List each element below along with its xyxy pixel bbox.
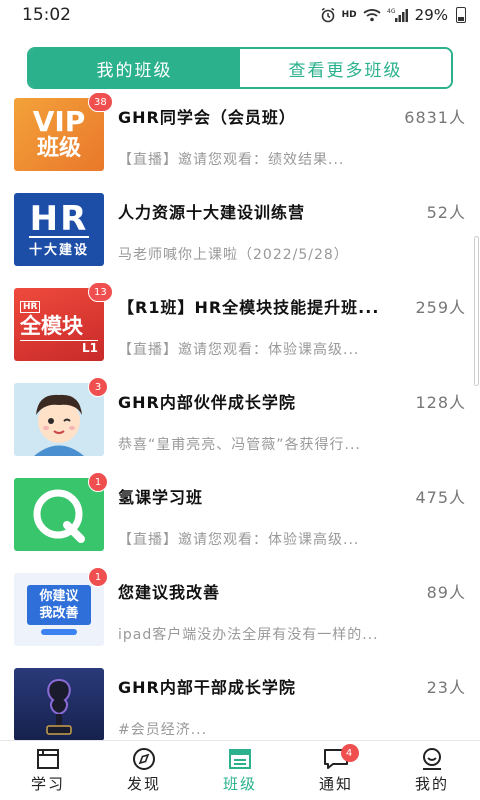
alarm-icon xyxy=(320,7,336,23)
unread-badge: 3 xyxy=(88,377,108,397)
unread-badge: 1 xyxy=(88,567,108,587)
thumbnail-text: L1 xyxy=(20,340,98,355)
wifi-icon xyxy=(363,8,381,22)
book-icon xyxy=(35,747,61,771)
thumbnail-text: HR xyxy=(29,198,89,239)
thumbnail-text: HR xyxy=(20,301,41,313)
class-title: 人力资源十大建设训练营 xyxy=(118,203,306,222)
network-type-label: 4G xyxy=(387,8,396,15)
list-item[interactable]: 1 氢课学习班 475人 【直播】邀请您观看：体验课高级... xyxy=(0,472,480,571)
thumbnail-text: 全模块 xyxy=(20,314,83,338)
nav-item-discover[interactable]: 发现 xyxy=(96,741,192,800)
member-count: 6831人 xyxy=(404,108,466,127)
member-count: 475人 xyxy=(415,488,466,507)
class-list: VIP 班级 38 GHR同学会（会员班） 6831人 【直播】邀请您观看：绩效… xyxy=(0,92,480,761)
class-latest-message: #会员经济... xyxy=(118,722,208,738)
nav-item-profile[interactable]: 我的 xyxy=(384,741,480,800)
class-title: 氢课学习班 xyxy=(118,488,204,507)
status-time: 15:02 xyxy=(22,5,71,25)
tab-my-classes[interactable]: 我的班级 xyxy=(29,49,240,87)
class-title: 【R1班】HR全模块技能提升班... xyxy=(118,298,380,317)
list-item[interactable]: VIP 班级 38 GHR同学会（会员班） 6831人 【直播】邀请您观看：绩效… xyxy=(0,92,480,191)
class-title: 您建议我改善 xyxy=(118,583,221,602)
nav-item-study[interactable]: 学习 xyxy=(0,741,96,800)
class-title: GHR内部干部成长学院 xyxy=(118,678,296,697)
member-count: 52人 xyxy=(426,203,466,222)
nav-label: 发现 xyxy=(126,775,161,793)
scrollbar[interactable] xyxy=(474,236,479,386)
list-item[interactable]: 3 GHR内部伙伴成长学院 128人 恭喜“皇甫亮亮、冯管薇”各获得行... xyxy=(0,377,480,476)
class-title: GHR同学会（会员班） xyxy=(118,108,296,127)
thumbnail-button-shape xyxy=(41,628,77,635)
thumbnail-text: VIP xyxy=(32,104,86,138)
class-icon xyxy=(227,747,253,771)
tab-more-classes[interactable]: 查看更多班级 xyxy=(240,49,451,87)
member-count: 128人 xyxy=(415,393,466,412)
class-thumbnail: HR 十大建设 xyxy=(14,193,104,266)
nav-item-classes[interactable]: 班级 xyxy=(192,741,288,800)
class-latest-message: ipad客户端没办法全屏有没有一样的... xyxy=(118,627,379,643)
nav-label: 学习 xyxy=(30,775,65,793)
nav-label: 班级 xyxy=(222,775,257,793)
thumbnail-text: 你建议 xyxy=(39,588,79,604)
nav-item-notifications[interactable]: 4 通知 xyxy=(288,741,384,800)
thumbnail-text: 十大建设 xyxy=(28,235,89,258)
class-latest-message: 【直播】邀请您观看：绩效结果... xyxy=(118,152,345,168)
hd-indicator: HD xyxy=(341,10,357,20)
class-title: GHR内部伙伴成长学院 xyxy=(118,393,296,412)
signal-icon: 4G xyxy=(387,7,409,23)
list-item[interactable]: HR 全模块 L1 13 【R1班】HR全模块技能提升班... 259人 【直播… xyxy=(0,282,480,381)
list-item[interactable]: 你建议 我改善 1 您建议我改善 89人 ipad客户端没办法全屏有没有一样的.… xyxy=(0,567,480,666)
compass-icon xyxy=(131,747,157,771)
battery-icon xyxy=(456,7,466,23)
trophy-thumbnail xyxy=(14,668,104,741)
nav-label: 通知 xyxy=(318,775,353,793)
class-tabs: 我的班级 查看更多班级 xyxy=(27,47,453,89)
status-bar: 15:02 HD 4G 29% xyxy=(0,0,480,30)
bottom-nav: 学习 发现 班级 4 通知 我的 xyxy=(0,740,480,800)
unread-badge: 1 xyxy=(88,472,108,492)
thumbnail-text: 我改善 xyxy=(39,605,79,621)
class-latest-message: 【直播】邀请您观看：体验课高级... xyxy=(118,342,360,358)
unread-badge: 38 xyxy=(88,92,113,112)
battery-percent: 29% xyxy=(414,6,448,24)
class-latest-message: 恭喜“皇甫亮亮、冯管薇”各获得行... xyxy=(118,437,361,453)
member-count: 259人 xyxy=(415,298,466,317)
user-icon xyxy=(419,747,445,771)
nav-label: 我的 xyxy=(414,775,449,793)
member-count: 23人 xyxy=(426,678,466,697)
thumbnail-text: 班级 xyxy=(36,135,81,161)
unread-badge: 13 xyxy=(88,282,113,302)
class-latest-message: 【直播】邀请您观看：体验课高级... xyxy=(118,532,360,548)
class-latest-message: 马老师喊你上课啦（2022/5/28） xyxy=(118,247,349,263)
thumbnail-box: 你建议 我改善 xyxy=(27,584,91,625)
member-count: 89人 xyxy=(426,583,466,602)
status-icons: HD 4G 29% xyxy=(320,6,466,24)
list-item[interactable]: HR 十大建设 人力资源十大建设训练营 52人 马老师喊你上课啦（2022/5/… xyxy=(0,191,480,286)
notification-badge: 4 xyxy=(341,744,359,762)
